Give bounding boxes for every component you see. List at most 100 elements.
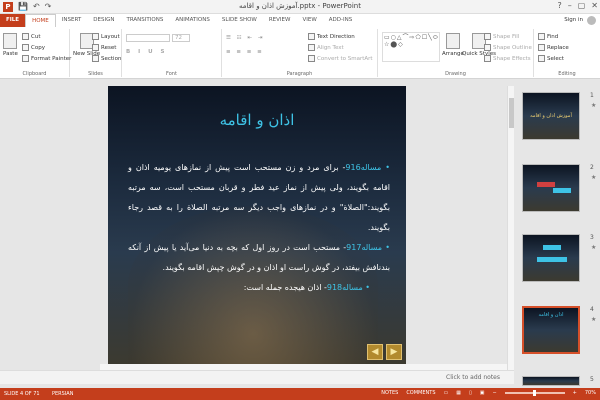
shape-outline-button[interactable]: Shape Outline — [484, 44, 532, 51]
status-bar: SLIDE 4 OF 71 PERSIAN NOTES COMMENTS ▭ ▦… — [0, 388, 600, 400]
bullet: • — [381, 163, 390, 172]
tab-home[interactable]: HOME — [25, 14, 56, 27]
paste-button[interactable]: Paste — [3, 33, 18, 57]
convert-smartart-button[interactable]: Convert to SmartArt — [308, 55, 373, 62]
copy-label: Copy — [31, 44, 45, 51]
slide-thumbnail-selected[interactable]: اذان و اقامه — [522, 306, 580, 354]
notes-pane[interactable]: Click to add notes — [0, 370, 514, 384]
issue-number: مساله918 — [326, 283, 363, 292]
issue-number: مساله917 — [346, 243, 383, 252]
list-buttons[interactable]: ☰ ☷ ⇤ ⇥ — [226, 35, 264, 41]
close-icon[interactable]: ✕ — [591, 1, 598, 10]
tab-file[interactable]: FILE — [0, 14, 26, 27]
layout-button[interactable]: Layout — [92, 33, 120, 40]
slide-thumbnail[interactable] — [522, 164, 580, 212]
comments-button[interactable]: COMMENTS — [406, 390, 435, 396]
help-icon[interactable]: ? — [557, 1, 561, 10]
find-button[interactable]: Find — [538, 33, 558, 40]
section-label: Section — [101, 55, 122, 62]
issue-number: مساله916 — [345, 163, 382, 172]
slide-body[interactable]: • مساله916- برای مرد و زن مستحب است پیش … — [128, 158, 390, 298]
tab-transitions[interactable]: TRANSITIONS — [120, 14, 169, 27]
cut-label: Cut — [31, 33, 41, 40]
thumbnail-number: 5 — [590, 376, 594, 383]
align-buttons[interactable]: ≡ ≡ ≡ ≡ — [226, 49, 264, 55]
next-arrow-icon[interactable]: ▶ — [386, 344, 402, 360]
slide-thumbnail[interactable] — [522, 234, 580, 282]
slideshow-icon[interactable]: ▣ — [480, 390, 485, 396]
shape-effects-label: Shape Effects — [493, 55, 531, 62]
reset-button[interactable]: Reset — [92, 44, 116, 51]
thumbnail-shape — [553, 188, 571, 193]
tab-add-ins[interactable]: ADD-INS — [323, 14, 358, 27]
zoom-slider[interactable] — [504, 390, 565, 396]
thumbnail-number: 4 — [590, 306, 594, 313]
slide-canvas[interactable]: اذان و اقامه • مساله916- برای مرد و زن م… — [108, 86, 406, 364]
drawing-group: ▭○△⌒⇨⬠☐╲⬭⬡⟶{}☆⬤◇ Arrange Quick Styles Sh… — [378, 29, 534, 77]
language-indicator[interactable]: PERSIAN — [52, 391, 73, 397]
layout-icon — [92, 33, 99, 40]
align-text-icon — [308, 44, 315, 51]
font-name-dropdown[interactable] — [126, 34, 170, 42]
text-direction-label: Text Direction — [317, 33, 355, 40]
format-painter-button[interactable]: Format Painter — [22, 55, 71, 62]
drawing-label: Drawing — [445, 71, 466, 77]
replace-label: Replace — [547, 44, 569, 51]
shape-effects-button[interactable]: Shape Effects — [484, 55, 531, 62]
minimize-icon[interactable]: – — [568, 1, 572, 10]
font-size-dropdown[interactable]: 72 — [172, 34, 190, 42]
slide-thumbnails-pane: آموزش اذان و اقامه 1 ★ 2 ★ 3 ★ اذان و اق… — [514, 86, 600, 386]
slide-sorter-icon[interactable]: ▦ — [456, 390, 461, 396]
zoom-knob[interactable] — [532, 390, 536, 396]
normal-view-icon[interactable]: ▭ — [444, 390, 449, 396]
thumbnail-number: 3 — [590, 234, 594, 241]
previous-arrow-icon[interactable]: ◀ — [367, 344, 383, 360]
avatar — [587, 16, 596, 25]
brush-icon — [22, 55, 29, 62]
select-button[interactable]: Select — [538, 55, 564, 62]
replace-button[interactable]: Replace — [538, 44, 569, 51]
thumbnail-shape — [537, 182, 555, 187]
paragraph-group: Text Direction Align Text Convert to Sma… — [222, 29, 378, 77]
notes-button[interactable]: NOTES — [381, 390, 398, 396]
text-direction-button[interactable]: Text Direction — [308, 33, 355, 40]
slide-thumbnail[interactable] — [522, 376, 580, 386]
clipboard-label: Clipboard — [22, 71, 47, 77]
tab-review[interactable]: REVIEW — [263, 14, 297, 27]
tab-view[interactable]: VIEW — [296, 14, 322, 27]
zoom-out-icon[interactable]: − — [492, 390, 496, 396]
tab-animations[interactable]: ANIMATIONS — [169, 14, 216, 27]
ribbon: Paste Cut Copy Format Painter Clipboard … — [0, 27, 600, 79]
slide-thumbnail[interactable]: آموزش اذان و اقامه — [522, 92, 580, 140]
copy-button[interactable]: Copy — [22, 44, 45, 51]
zoom-level[interactable]: 70% — [585, 390, 596, 396]
shape-fill-button[interactable]: Shape Fill — [484, 33, 519, 40]
tab-design[interactable]: DESIGN — [87, 14, 120, 27]
restore-icon[interactable]: ▢ — [578, 1, 586, 10]
copy-icon — [22, 44, 29, 51]
text-direction-icon — [308, 33, 315, 40]
arrange-button[interactable]: Arrange — [442, 33, 464, 57]
zoom-in-icon[interactable]: + — [573, 390, 577, 396]
tab-insert[interactable]: INSERT — [56, 14, 87, 27]
editing-group: Find Replace Select Editing — [534, 29, 600, 77]
sign-in[interactable]: Sign in — [564, 14, 596, 27]
reading-view-icon[interactable]: ▯ — [469, 390, 472, 396]
notes-placeholder: Click to add notes — [446, 374, 500, 381]
thumbnail-number: 2 — [590, 164, 594, 171]
vertical-scrollbar[interactable] — [507, 86, 514, 374]
font-format-buttons[interactable]: B I U S — [126, 49, 167, 55]
window-title: آموزش اذان و اقامه.pptx - PowerPoint — [239, 2, 361, 10]
cut-button[interactable]: Cut — [22, 33, 40, 40]
tab-slide-show[interactable]: SLIDE SHOW — [216, 14, 263, 27]
align-text-button[interactable]: Align Text — [308, 44, 344, 51]
format-painter-label: Format Painter — [31, 55, 72, 62]
paragraph-text: - برای مرد و زن مستحب است پیش از نمازهای… — [128, 163, 390, 232]
section-button[interactable]: Section — [92, 55, 121, 62]
paragraph: • مساله916- برای مرد و زن مستحب است پیش … — [128, 158, 390, 238]
slide-title[interactable]: اذان و اقامه — [108, 111, 406, 129]
slide-nav: ◀ ▶ — [367, 344, 402, 360]
effects-icon — [484, 55, 491, 62]
reset-label: Reset — [101, 44, 117, 51]
shapes-gallery[interactable]: ▭○△⌒⇨⬠☐╲⬭⬡⟶{}☆⬤◇ — [382, 32, 440, 62]
